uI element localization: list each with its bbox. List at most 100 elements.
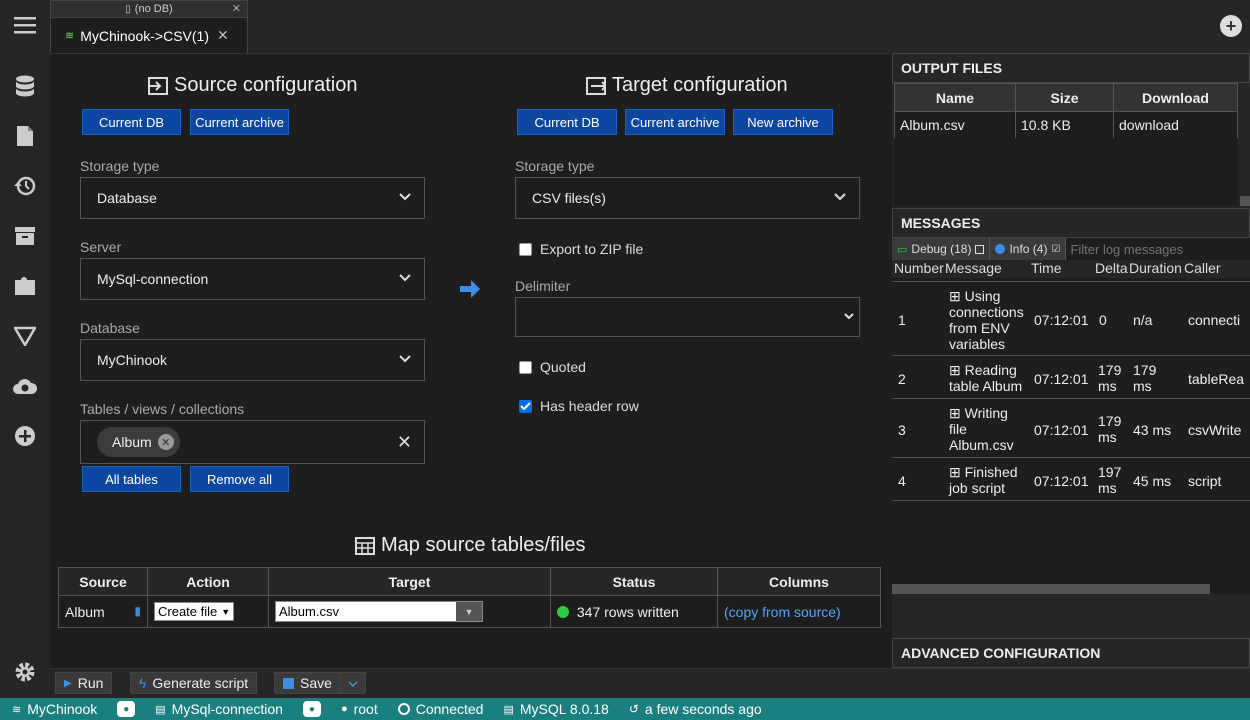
- info-filter-toggle[interactable]: Info (4) ☑: [990, 238, 1067, 260]
- map-title-text: Map source tables/files: [381, 534, 586, 556]
- table-row: Album.csv 10.8 KB download: [894, 111, 1238, 139]
- log-caller: tableRea: [1188, 371, 1245, 387]
- expand-icon[interactable]: ⊞: [949, 288, 965, 304]
- scrollbar[interactable]: [1240, 196, 1250, 206]
- bottom-toolbar: ▶ Run ϟ Generate script Save: [50, 668, 1250, 698]
- debug-filter-toggle[interactable]: ▭ Debug (18): [892, 238, 991, 260]
- export-zip-checkbox[interactable]: Export to ZIP file: [519, 241, 643, 257]
- save-dropdown-button[interactable]: [339, 672, 366, 694]
- remove-all-button[interactable]: Remove all: [190, 466, 289, 492]
- check-circle-icon: [397, 703, 410, 715]
- log-row[interactable]: 1 ⊞ Using connections from ENV variables…: [892, 281, 1250, 356]
- expand-icon[interactable]: ⊞: [949, 362, 965, 378]
- status-db[interactable]: ≋ MyChinook: [12, 701, 97, 717]
- monitor-icon: ▭: [897, 243, 908, 256]
- status-palette-2[interactable]: ●: [302, 701, 321, 717]
- status-text: root: [353, 701, 378, 717]
- settings-icon[interactable]: [12, 659, 38, 685]
- add-circle-icon[interactable]: [12, 423, 38, 449]
- save-button[interactable]: Save: [274, 672, 341, 694]
- tables-multiselect[interactable]: Album ✕ ✕: [80, 420, 425, 464]
- checkbox-box[interactable]: [519, 360, 532, 374]
- expand-icon[interactable]: ⊞: [949, 464, 965, 480]
- advanced-config-header[interactable]: ADVANCED CONFIGURATION: [892, 638, 1250, 668]
- horizontal-scrollbar[interactable]: [892, 584, 1210, 594]
- log-row[interactable]: 3 ⊞ Writing file Album.csv 07:12:01 179 …: [892, 400, 1250, 458]
- chevron-down-icon[interactable]: ▼: [456, 602, 482, 621]
- log-caller: script: [1188, 473, 1222, 489]
- source-current-db-button[interactable]: Current DB: [82, 109, 181, 135]
- delimiter-select[interactable]: [515, 297, 860, 337]
- clear-icon[interactable]: ✕: [397, 432, 412, 453]
- database-icon[interactable]: [12, 73, 38, 99]
- database-select[interactable]: MyChinook: [80, 339, 425, 381]
- export-icon: [586, 76, 606, 95]
- info-icon: [995, 244, 1006, 254]
- run-button[interactable]: ▶ Run: [55, 672, 113, 694]
- quoted-checkbox[interactable]: Quoted: [519, 359, 586, 375]
- file-icon[interactable]: [12, 123, 38, 149]
- plugin-icon[interactable]: [12, 273, 38, 299]
- menu-icon[interactable]: [12, 12, 38, 38]
- new-archive-button[interactable]: New archive: [733, 109, 833, 135]
- copy-from-source-link[interactable]: (copy from source): [724, 604, 841, 620]
- chevron-down-icon: [833, 190, 847, 207]
- status-palette[interactable]: ●: [117, 701, 136, 717]
- select-value: MyChinook: [97, 352, 168, 368]
- trash-icon[interactable]: ▮: [134, 604, 141, 618]
- tab-bar: ▯ (no DB) ✕ ≋ MyChinook->CSV(1) ✕ +: [50, 0, 1250, 53]
- expand-icon[interactable]: ⊞: [949, 405, 965, 421]
- column-header: Size: [1015, 83, 1114, 112]
- tab-mychinook-csv[interactable]: ≋ MyChinook->CSV(1) ✕: [50, 17, 248, 53]
- target-input[interactable]: Album.csv ▼: [275, 601, 483, 622]
- status-connection[interactable]: ▤ MySql-connection: [155, 701, 283, 717]
- log-message: ⊞ Writing file Album.csv: [949, 405, 1014, 453]
- source-storage-select[interactable]: Database: [80, 177, 425, 219]
- messages-column-headers: Number Message Time Delta Duration Calle…: [892, 260, 1250, 278]
- messages-area: ▭ Debug (18) Info (4) ☑ Number Message T…: [892, 238, 1250, 594]
- column-header: Duration: [1129, 260, 1182, 276]
- tab-no-db[interactable]: ▯ (no DB) ✕: [50, 0, 248, 17]
- log-message: ⊞ Reading table Album: [949, 362, 1023, 394]
- archive-icon[interactable]: [12, 223, 38, 249]
- close-icon[interactable]: ✕: [232, 2, 241, 15]
- checkbox-label: Quoted: [540, 359, 586, 375]
- save-icon: [283, 677, 294, 689]
- play-icon: ▶: [64, 677, 72, 689]
- generate-script-button[interactable]: ϟ Generate script: [130, 672, 258, 694]
- close-icon[interactable]: ✕: [217, 27, 229, 44]
- log-message: ⊞ Using connections from ENV variables: [949, 288, 1024, 352]
- log-duration: n/a: [1133, 312, 1153, 328]
- log-time: 07:12:01: [1034, 473, 1089, 489]
- status-cell: 347 rows written: [550, 595, 718, 628]
- chip-remove-icon[interactable]: ✕: [157, 434, 174, 450]
- add-tab-button[interactable]: +: [1220, 15, 1242, 37]
- log-row[interactable]: 2 ⊞ Reading table Album 07:12:01 179 ms …: [892, 357, 1250, 399]
- target-current-archive-button[interactable]: Current archive: [625, 109, 725, 135]
- table-chip: Album ✕: [97, 427, 180, 457]
- table-icon: [355, 536, 375, 555]
- history-icon[interactable]: [12, 173, 38, 199]
- source-current-archive-button[interactable]: Current archive: [190, 109, 289, 135]
- filter-log-input[interactable]: [1066, 238, 1250, 260]
- filter-icon[interactable]: [12, 323, 38, 349]
- target-title: Target configuration: [586, 74, 788, 97]
- database-icon: ≋: [12, 703, 22, 716]
- action-select[interactable]: Create file ▼: [154, 602, 235, 621]
- checkbox-box[interactable]: [519, 399, 532, 413]
- target-storage-select[interactable]: CSV files(s): [515, 177, 860, 219]
- server-select[interactable]: MySql-connection: [80, 258, 425, 300]
- status-connected: Connected: [397, 701, 483, 717]
- log-row[interactable]: 4 ⊞ Finished job script 07:12:01 197 ms …: [892, 459, 1250, 501]
- palette-icon: ●: [117, 701, 136, 717]
- download-link[interactable]: download: [1113, 111, 1238, 139]
- header-row-checkbox[interactable]: Has header row: [519, 398, 639, 414]
- all-tables-button[interactable]: All tables: [82, 466, 181, 492]
- chevron-down-icon: [398, 352, 412, 369]
- delimiter-label: Delimiter: [515, 278, 571, 294]
- cloud-icon[interactable]: [12, 373, 38, 399]
- select-value: Database: [97, 190, 157, 206]
- checkbox-box[interactable]: [519, 242, 532, 256]
- checkbox-checked-icon: ☑: [1051, 243, 1061, 255]
- target-current-db-button[interactable]: Current DB: [517, 109, 617, 135]
